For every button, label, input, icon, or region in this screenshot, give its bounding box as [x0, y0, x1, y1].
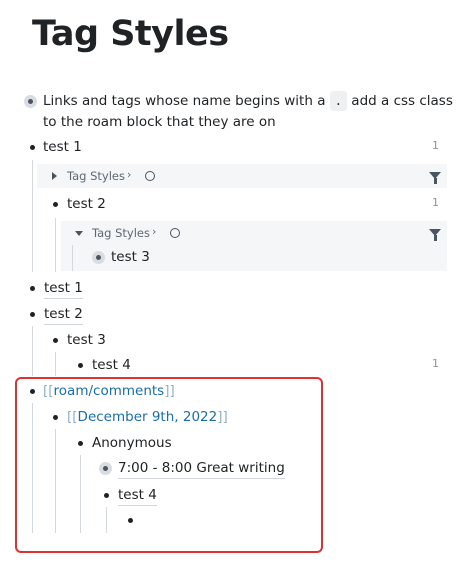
block-bullet[interactable]: [30, 286, 35, 291]
thread-line: [32, 326, 33, 376]
block-bullet[interactable]: [53, 202, 58, 207]
circle-icon[interactable]: [170, 228, 180, 238]
intro-text-a: Links and tags whose name begins with a: [43, 93, 326, 109]
ref-page-title[interactable]: Tag Styles: [67, 166, 125, 186]
block-bullet[interactable]: [30, 145, 35, 150]
block-test-3[interactable]: test 3: [67, 330, 106, 350]
intro-block-line2[interactable]: to the roam block that they are on: [43, 112, 276, 132]
block-reference-bar[interactable]: Tag Styles › test 3: [61, 221, 447, 271]
reference-count[interactable]: 1: [432, 196, 439, 209]
block-bullet[interactable]: [53, 338, 58, 343]
block-bullet-ring[interactable]: [24, 95, 37, 108]
block-test-4[interactable]: test 4: [92, 355, 131, 375]
block-test-1[interactable]: test 1: [44, 278, 83, 299]
block-bullet-ring[interactable]: [92, 251, 105, 264]
block-test-2[interactable]: test 2: [44, 304, 83, 325]
reference-count[interactable]: 1: [432, 139, 439, 152]
thread-line: [72, 245, 73, 271]
block-test-2[interactable]: test 2: [67, 194, 106, 214]
ref-page-title[interactable]: Tag Styles: [92, 223, 150, 243]
intro-text-b: add a css class: [351, 93, 453, 109]
thread-line: [55, 352, 56, 376]
chevron-right-icon: ›: [127, 168, 132, 181]
block-bullet[interactable]: [30, 312, 35, 317]
block-test-3[interactable]: test 3: [111, 247, 150, 267]
reference-count[interactable]: 1: [432, 357, 439, 370]
triangle-right-icon[interactable]: [52, 172, 57, 180]
block-test-1[interactable]: test 1: [43, 137, 82, 157]
circle-icon[interactable]: [145, 171, 155, 181]
block-reference-bar[interactable]: Tag Styles ›: [37, 164, 447, 188]
highlight-box: [15, 377, 323, 553]
triangle-down-icon[interactable]: [75, 231, 83, 236]
thread-line: [55, 218, 56, 272]
intro-block-line1[interactable]: Links and tags whose name begins with a …: [43, 91, 453, 111]
inline-code: .: [329, 91, 347, 111]
thread-line: [32, 160, 33, 272]
page-title: Tag Styles: [32, 14, 229, 54]
chevron-right-icon: ›: [152, 225, 157, 238]
filter-icon[interactable]: [429, 172, 441, 184]
block-bullet[interactable]: [78, 363, 83, 368]
filter-icon[interactable]: [429, 229, 441, 241]
